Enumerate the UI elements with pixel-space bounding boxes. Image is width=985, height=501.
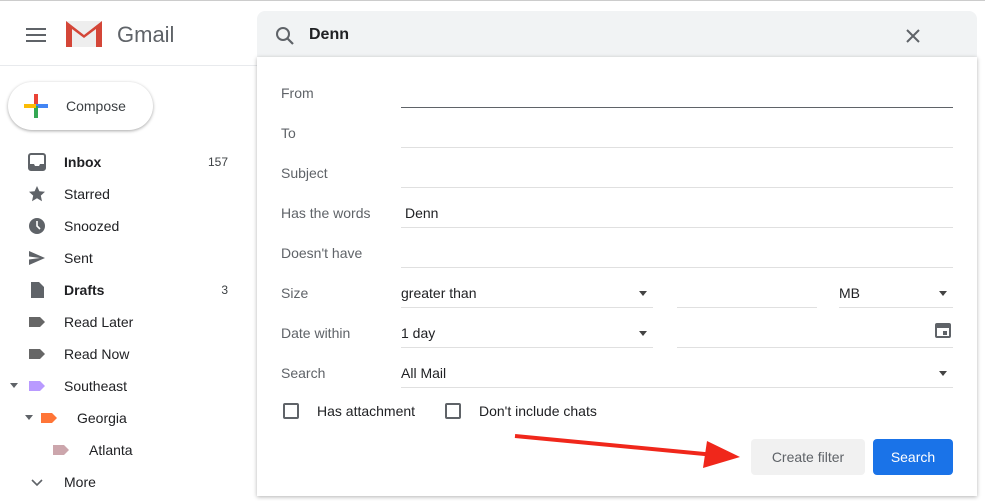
search-bar[interactable] (257, 11, 977, 59)
sidebar-item-starred[interactable]: Starred (0, 178, 240, 210)
gmail-logo (66, 19, 102, 52)
sidebar-item-label: Read Later (64, 314, 134, 330)
search-in-row: Search All Mail (281, 363, 953, 403)
from-label: From (281, 85, 314, 101)
doesnt-have-label: Doesn't have (281, 245, 363, 261)
sidebar-item-read-now[interactable]: Read Now (0, 338, 240, 370)
date-within-select[interactable]: 1 day (401, 320, 653, 348)
sidebar-item-snoozed[interactable]: Snoozed (0, 210, 240, 242)
sidebar-item-count: 157 (207, 155, 228, 169)
sidebar-item-label: Starred (64, 186, 110, 202)
sidebar-item-label: Drafts (64, 282, 105, 298)
expand-arrow-icon[interactable] (25, 415, 33, 421)
calendar-icon[interactable] (934, 321, 952, 339)
search-in-label: Search (281, 365, 326, 381)
sidebar-item-label: Snoozed (64, 218, 120, 234)
clock-icon (29, 218, 45, 234)
size-operator-select[interactable]: greater than (401, 280, 653, 308)
label-icon (29, 381, 45, 391)
subject-label: Subject (281, 165, 328, 181)
sidebar-item-read-later[interactable]: Read Later (0, 306, 240, 338)
sidebar-item-label: Georgia (77, 410, 127, 426)
has-attachment-checkbox[interactable] (283, 403, 299, 419)
sidebar-item-count: 3 (221, 283, 228, 297)
sidebar-item-drafts[interactable]: Drafts 3 (0, 274, 240, 306)
subject-field[interactable] (401, 160, 953, 188)
app-name: Gmail (117, 22, 175, 47)
sidebar-item-label: Read Now (64, 346, 130, 362)
label-icon (29, 317, 45, 327)
sidebar-item-more[interactable]: More (0, 466, 240, 498)
to-field[interactable] (401, 120, 953, 148)
draft-icon (31, 282, 44, 298)
compose-label: Compose (66, 98, 126, 114)
header-divider (0, 65, 257, 66)
doesnt-have-row: Doesn't have (281, 243, 953, 283)
to-row: To (281, 123, 953, 163)
has-words-label: Has the words (281, 205, 371, 221)
red-arrow-annotation (514, 434, 740, 468)
size-row: Size greater than MB (281, 283, 953, 323)
label-icon (41, 413, 57, 423)
has-words-row: Has the words Denn (281, 203, 953, 243)
send-icon (29, 251, 45, 265)
chevron-down-icon (31, 479, 43, 487)
size-unit-select[interactable]: MB (839, 280, 953, 308)
compose-button[interactable]: Compose (8, 82, 153, 130)
sidebar-item-label: Atlanta (89, 442, 133, 458)
inbox-icon (28, 153, 46, 171)
date-row: Date within 1 day (281, 323, 953, 363)
star-icon (29, 186, 45, 202)
has-attachment-label: Has attachment (317, 403, 416, 419)
to-label: To (281, 125, 296, 141)
sidebar-item-label: Inbox (64, 154, 102, 170)
date-label: Date within (281, 325, 351, 341)
close-icon[interactable] (905, 28, 921, 44)
sidebar-item-label: Southeast (64, 378, 128, 394)
sidebar-item-southeast[interactable]: Southeast (0, 370, 240, 402)
search-icon[interactable] (275, 26, 295, 46)
label-icon (29, 349, 45, 359)
sidebar-item-label: Sent (64, 250, 93, 266)
size-label: Size (281, 285, 309, 301)
no-chats-checkbox[interactable] (445, 403, 461, 419)
doesnt-have-field[interactable] (401, 240, 953, 268)
expand-arrow-icon[interactable] (10, 383, 18, 389)
search-input[interactable]: Denn (309, 26, 349, 44)
create-filter-button[interactable]: Create filter (751, 439, 865, 475)
search-in-select[interactable]: All Mail (401, 360, 953, 388)
sidebar-item-label: More (64, 474, 96, 490)
subject-row: Subject (281, 163, 953, 203)
no-chats-label: Don't include chats (479, 403, 597, 419)
sidebar-item-inbox[interactable]: Inbox 157 (0, 146, 240, 178)
main-menu-button[interactable] (26, 28, 46, 46)
sidebar-item-georgia[interactable]: Georgia (0, 402, 240, 434)
from-field[interactable] (401, 80, 953, 108)
date-field[interactable] (677, 320, 953, 348)
plus-icon (24, 94, 48, 118)
search-button[interactable]: Search (873, 439, 953, 475)
label-icon (53, 445, 69, 455)
sidebar-item-sent[interactable]: Sent (0, 242, 240, 274)
sidebar-item-atlanta[interactable]: Atlanta (0, 434, 240, 466)
from-row: From (281, 83, 953, 123)
size-value-field[interactable] (677, 280, 817, 308)
has-words-field[interactable]: Denn (401, 200, 953, 228)
